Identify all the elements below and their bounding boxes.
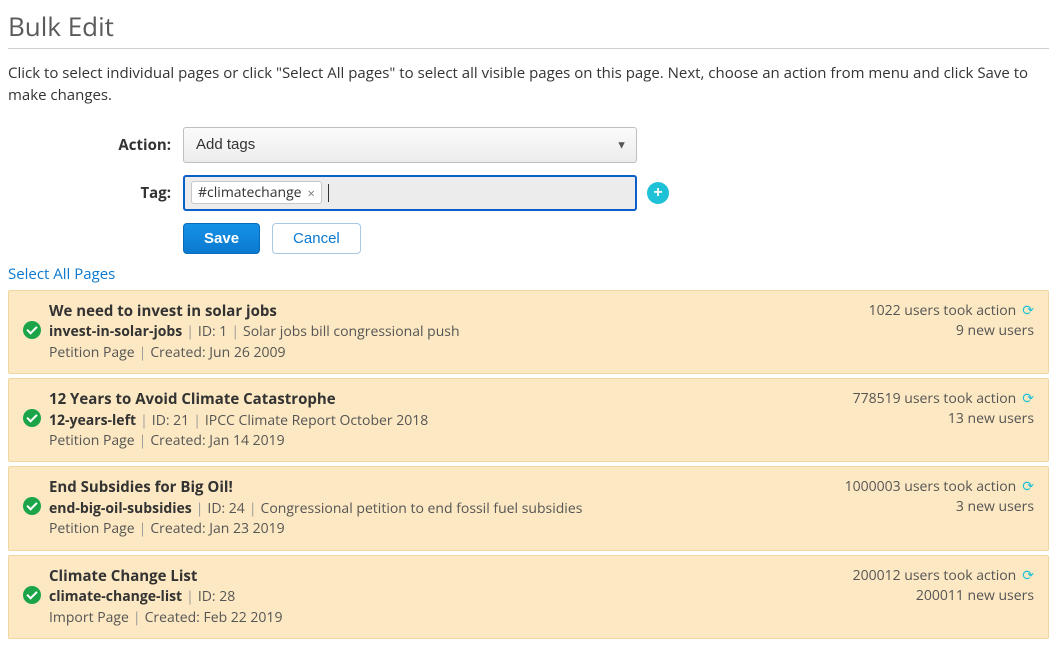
action-label: Action:	[8, 135, 183, 155]
card-stats: 778519 users took action⟳13 new users	[843, 389, 1034, 451]
divider: |	[139, 343, 147, 362]
divider: |	[231, 322, 239, 341]
card-title: 12 Years to Avoid Climate Catastrophe	[49, 389, 843, 411]
stat-new-users: 9 new users	[956, 321, 1034, 341]
action-select[interactable]: Add tags	[183, 127, 637, 163]
page-title: Bulk Edit	[8, 8, 1049, 49]
refresh-icon[interactable]: ⟳	[1022, 566, 1034, 586]
card-type-line: Petition Page|Created: Jun 26 2009	[49, 343, 859, 363]
divider: |	[139, 431, 147, 450]
card-type: Import Page	[49, 608, 129, 627]
page-card[interactable]: We need to invest in solar jobsinvest-in…	[8, 290, 1049, 374]
check-icon[interactable]	[23, 409, 41, 427]
check-icon[interactable]	[23, 586, 41, 604]
divider: |	[186, 587, 194, 606]
card-created: Created: Jan 23 2019	[150, 519, 284, 538]
card-created: Created: Feb 22 2019	[145, 608, 283, 627]
stat-new-users: 3 new users	[956, 497, 1034, 517]
stat-action-count: 1000003 users took action	[845, 477, 1017, 497]
stat-action-count: 1022 users took action	[869, 301, 1017, 321]
refresh-icon[interactable]: ⟳	[1022, 477, 1034, 497]
card-main: 12 Years to Avoid Climate Catastrophe12-…	[49, 389, 843, 451]
divider: |	[196, 499, 204, 518]
check-column	[23, 301, 49, 363]
check-icon[interactable]	[23, 321, 41, 339]
stat-row: 778519 users took action⟳	[853, 389, 1034, 409]
page-card[interactable]: End Subsidies for Big Oil!end-big-oil-su…	[8, 466, 1049, 550]
card-title: End Subsidies for Big Oil!	[49, 477, 835, 499]
card-slug: 12-years-left	[49, 411, 136, 430]
card-created: Created: Jun 26 2009	[150, 343, 285, 362]
card-stats: 1000003 users took action⟳3 new users	[835, 477, 1034, 539]
card-slug: climate-change-list	[49, 587, 182, 606]
tag-chip-text: #climatechange	[198, 183, 302, 202]
stat-action-count: 200012 users took action	[853, 566, 1017, 586]
stat-new-users: 13 new users	[948, 409, 1034, 429]
card-main: End Subsidies for Big Oil!end-big-oil-su…	[49, 477, 835, 539]
card-main: We need to invest in solar jobsinvest-in…	[49, 301, 859, 363]
stat-new-users: 200011 new users	[916, 586, 1034, 606]
refresh-icon[interactable]: ⟳	[1022, 389, 1034, 409]
divider: |	[140, 411, 148, 430]
card-type-line: Import Page|Created: Feb 22 2019	[49, 608, 843, 628]
check-icon[interactable]	[23, 497, 41, 515]
card-type: Petition Page	[49, 431, 135, 450]
select-all-link[interactable]: Select All Pages	[8, 264, 1049, 284]
tag-label: Tag:	[8, 183, 183, 203]
card-stats: 200012 users took action⟳200011 new user…	[843, 566, 1034, 628]
card-meta-line: invest-in-solar-jobs|ID: 1|Solar jobs bi…	[49, 322, 859, 342]
cancel-button[interactable]: Cancel	[272, 223, 361, 254]
card-meta-line: end-big-oil-subsidies|ID: 24|Congression…	[49, 499, 835, 519]
add-tag-button[interactable]: +	[647, 182, 669, 204]
stat-row: 200012 users took action⟳	[853, 566, 1034, 586]
stat-row: 1022 users took action⟳	[869, 301, 1034, 321]
card-description: Congressional petition to end fossil fue…	[261, 499, 583, 518]
card-description: Solar jobs bill congressional push	[243, 322, 460, 341]
divider: |	[186, 322, 194, 341]
page-card[interactable]: Climate Change Listclimate-change-list|I…	[8, 555, 1049, 639]
check-column	[23, 477, 49, 539]
remove-tag-icon[interactable]: ×	[308, 184, 315, 202]
tag-chip[interactable]: #climatechange ×	[191, 181, 322, 204]
card-type: Petition Page	[49, 519, 135, 538]
page-card[interactable]: 12 Years to Avoid Climate Catastrophe12-…	[8, 378, 1049, 462]
tag-input[interactable]: #climatechange ×	[183, 175, 637, 211]
card-type-line: Petition Page|Created: Jan 14 2019	[49, 431, 843, 451]
card-meta-line: climate-change-list|ID: 28	[49, 587, 843, 607]
stat-row: 1000003 users took action⟳	[845, 477, 1034, 497]
text-cursor	[328, 184, 329, 202]
card-type-line: Petition Page|Created: Jan 23 2019	[49, 519, 835, 539]
page-list: We need to invest in solar jobsinvest-in…	[8, 290, 1049, 639]
card-title: Climate Change List	[49, 566, 843, 588]
check-column	[23, 389, 49, 451]
card-description: IPCC Climate Report October 2018	[205, 411, 428, 430]
action-row: Action: Add tags ▼	[8, 127, 1049, 163]
card-id: ID: 28	[198, 587, 235, 606]
card-slug: end-big-oil-subsidies	[49, 499, 192, 518]
check-column	[23, 566, 49, 628]
card-main: Climate Change Listclimate-change-list|I…	[49, 566, 843, 628]
card-title: We need to invest in solar jobs	[49, 301, 859, 323]
card-created: Created: Jan 14 2019	[150, 431, 284, 450]
stat-action-count: 778519 users took action	[853, 389, 1017, 409]
tag-row: Tag: #climatechange × +	[8, 175, 1049, 211]
divider: |	[193, 411, 201, 430]
card-id: ID: 21	[152, 411, 189, 430]
card-id: ID: 24	[207, 499, 244, 518]
intro-text: Click to select individual pages or clic…	[8, 63, 1049, 107]
divider: |	[249, 499, 257, 518]
card-stats: 1022 users took action⟳9 new users	[859, 301, 1034, 363]
refresh-icon[interactable]: ⟳	[1022, 301, 1034, 321]
divider: |	[133, 608, 141, 627]
card-id: ID: 1	[198, 322, 227, 341]
card-meta-line: 12-years-left|ID: 21|IPCC Climate Report…	[49, 411, 843, 431]
card-slug: invest-in-solar-jobs	[49, 322, 182, 341]
divider: |	[139, 519, 147, 538]
card-type: Petition Page	[49, 343, 135, 362]
save-button[interactable]: Save	[183, 223, 260, 254]
